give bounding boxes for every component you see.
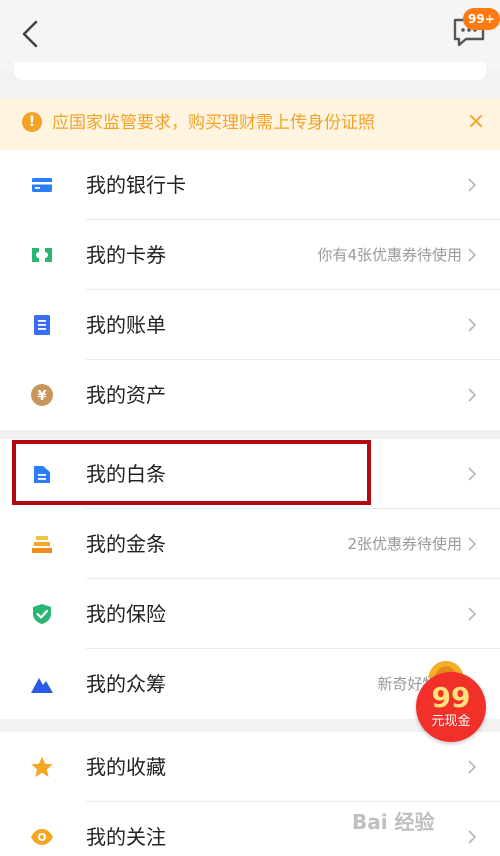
cash-promo-badge[interactable]: 99 元现金 [408, 648, 494, 744]
menu-item-assets[interactable]: ¥ 我的资产 [0, 360, 500, 430]
menu-group-personal: 我的收藏 我的关注 [0, 732, 500, 856]
bill-icon [34, 315, 50, 335]
highlight-box [12, 440, 371, 505]
chevron-right-icon [468, 178, 477, 192]
top-bar: 99+ [0, 0, 500, 70]
menu-item-bills[interactable]: 我的账单 [0, 290, 500, 360]
notice-banner[interactable]: ! 应国家监管要求，购买理财需上传身份证照 × [0, 98, 500, 150]
message-badge: 99+ [463, 8, 500, 30]
chevron-right-icon [468, 248, 477, 262]
chevron-right-icon [468, 388, 477, 402]
svg-text:¥: ¥ [37, 389, 46, 404]
bank-card-icon [32, 178, 52, 192]
menu-item-label: 我的金条 [86, 532, 166, 556]
warning-icon: ! [22, 112, 42, 132]
star-icon [31, 756, 53, 777]
menu-item-insurance[interactable]: 我的保险 [0, 579, 500, 649]
account-card-edge [14, 62, 486, 80]
promo-amount: 99 [431, 681, 471, 714]
yen-coin-icon: ¥ [31, 384, 53, 406]
menu-item-label: 我的收藏 [86, 755, 166, 779]
menu-item-label: 我的卡券 [86, 243, 166, 267]
chevron-right-icon [468, 467, 477, 481]
menu-item-jintiao[interactable]: 我的金条 2张优惠券待使用 [0, 509, 500, 579]
menu-item-coupons[interactable]: 我的卡券 你有4张优惠券待使用 [0, 220, 500, 290]
chevron-left-icon[interactable] [14, 14, 48, 54]
menu-item-label: 我的众筹 [86, 672, 166, 696]
shield-check-icon [33, 604, 51, 624]
eye-icon [31, 829, 53, 845]
menu-item-label: 我的账单 [86, 313, 166, 337]
menu-item-label: 我的关注 [86, 825, 166, 849]
chevron-right-icon [468, 607, 477, 621]
menu-item-label: 我的保险 [86, 602, 166, 626]
coupon-icon [32, 248, 52, 262]
chevron-right-icon [468, 537, 477, 551]
chevron-right-icon [468, 318, 477, 332]
chevron-right-icon [468, 760, 477, 774]
chevron-right-icon [468, 830, 477, 844]
watermark: Bai 经验 [352, 810, 435, 834]
mountain-icon [31, 678, 53, 693]
menu-item-label: 我的银行卡 [86, 173, 186, 197]
menu-item-label: 我的资产 [86, 383, 166, 407]
menu-item-bank-card[interactable]: 我的银行卡 [0, 150, 500, 220]
menu-item-hint: 你有4张优惠券待使用 [317, 246, 462, 264]
notice-text: 应国家监管要求，购买理财需上传身份证照 [52, 113, 375, 133]
menu-item-hint: 2张优惠券待使用 [347, 535, 462, 553]
menu-group-accounts: 我的银行卡 我的卡券 你有4张优惠券待使用 我的账单 ¥ 我的资产 [0, 150, 500, 430]
close-icon[interactable]: × [466, 110, 486, 136]
promo-text: 元现金 [431, 714, 471, 729]
gold-bar-icon [32, 536, 52, 553]
